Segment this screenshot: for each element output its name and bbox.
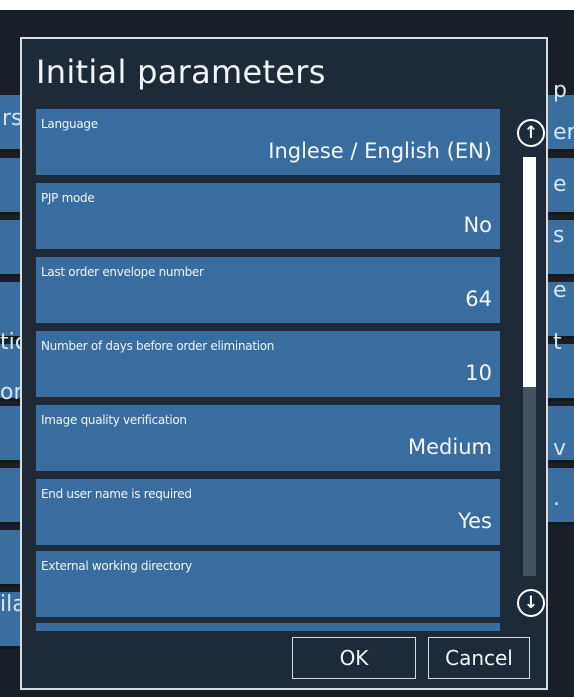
ok-button[interactable]: OK xyxy=(292,637,416,679)
dialog-title: Initial parameters xyxy=(36,53,326,91)
background-text-fragment: er xyxy=(553,120,574,145)
param-value: No xyxy=(463,213,492,237)
background-text-fragment: e xyxy=(553,278,567,303)
param-value: Medium xyxy=(408,435,492,459)
param-row-pjp-mode[interactable]: PJP mode No xyxy=(36,183,500,249)
scrollbar-track[interactable] xyxy=(523,157,536,576)
param-label: Image quality verification xyxy=(41,413,187,427)
arrow-down-circle-icon[interactable]: ↓ xyxy=(517,589,545,617)
scrollbar-thumb[interactable] xyxy=(523,157,536,387)
background-text-fragment: e xyxy=(553,172,567,197)
param-row-days-before-order-elimination[interactable]: Number of days before order elimination … xyxy=(36,331,500,397)
param-value: Yes xyxy=(458,509,492,533)
param-value: Inglese / English (EN) xyxy=(268,139,492,163)
background-text-fragment: v xyxy=(553,436,567,461)
param-row-language[interactable]: Language Inglese / English (EN) xyxy=(36,109,500,175)
param-label: End user name is required xyxy=(41,487,192,501)
param-label: External working directory xyxy=(41,559,192,573)
param-label: Language xyxy=(41,117,98,131)
parameter-list[interactable]: Language Inglese / English (EN) PJP mode… xyxy=(36,109,500,631)
arrow-up-circle-icon[interactable]: ↑ xyxy=(517,119,545,147)
background-text-fragment: p xyxy=(553,78,567,103)
background-text-fragment: . xyxy=(553,486,560,511)
initial-parameters-dialog: Initial parameters Language Inglese / En… xyxy=(20,37,548,690)
background-text-fragment: t xyxy=(553,330,562,355)
param-label: PJP mode xyxy=(41,191,95,205)
param-value: 10 xyxy=(465,361,492,385)
param-value: 64 xyxy=(465,287,492,311)
background-text-fragment: s xyxy=(553,223,565,248)
cancel-button[interactable]: Cancel xyxy=(428,637,530,679)
param-label: Number of days before order elimination xyxy=(41,339,275,353)
param-row-image-quality-verification[interactable]: Image quality verification Medium xyxy=(36,405,500,471)
background-row xyxy=(546,468,574,525)
param-row-next-partial[interactable] xyxy=(36,623,500,631)
param-label: Last order envelope number xyxy=(41,265,204,279)
param-row-last-order-envelope-number[interactable]: Last order envelope number 64 xyxy=(36,257,500,323)
param-row-external-working-directory[interactable]: External working directory xyxy=(36,551,500,617)
param-row-end-user-name-required[interactable]: End user name is required Yes xyxy=(36,479,500,545)
